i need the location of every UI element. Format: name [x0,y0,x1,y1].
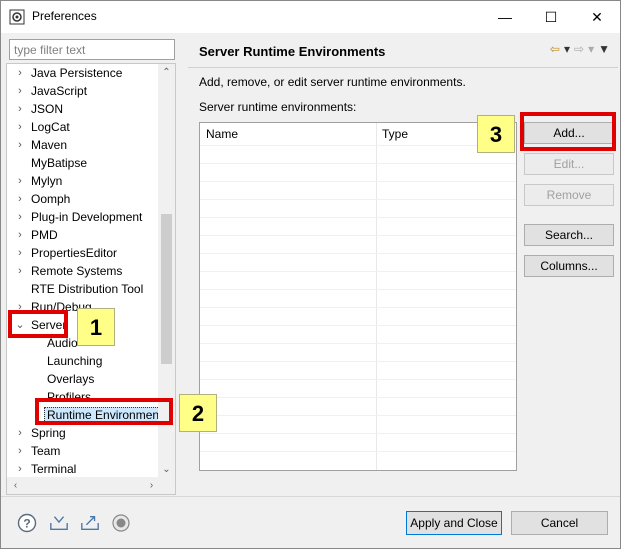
footer-separator [1,496,620,497]
highlight-add-button [520,112,616,151]
chevron-right-icon[interactable]: › [15,82,25,100]
row-line [200,415,516,416]
chevron-right-icon[interactable]: › [15,262,25,280]
chevron-right-icon[interactable]: › [15,136,25,154]
column-header-name[interactable]: Name [200,123,376,145]
columns-button[interactable]: Columns... [524,255,614,277]
row-line [200,217,516,218]
apply-and-close-button[interactable]: Apply and Close [406,511,502,535]
highlight-runtime-environments [35,398,173,425]
vertical-scroll-thumb[interactable] [161,214,172,364]
forward-dropdown-icon[interactable]: ▾ [588,42,594,56]
chevron-right-icon[interactable]: › [15,64,25,82]
row-line [200,253,516,254]
row-line [200,343,516,344]
chevron-right-icon[interactable]: › [15,442,25,460]
row-line [200,235,516,236]
row-line [200,163,516,164]
window-title: Preferences [32,9,97,23]
chevron-right-icon[interactable]: › [15,172,25,190]
left-pane: › Java Persistence › JavaScript › JSON ›… [6,37,176,495]
export-icon[interactable] [80,513,100,533]
help-icon[interactable]: ? [17,513,37,533]
chevron-right-icon[interactable]: › [15,424,25,442]
chevron-right-icon[interactable]: › [15,460,25,478]
row-line [200,289,516,290]
tree-horizontal-scrollbar[interactable]: ‹ › [7,477,175,494]
step-badge-3: 3 [477,115,515,153]
forward-arrow-icon[interactable]: ⇨ [574,42,584,56]
row-line [200,325,516,326]
row-line [200,271,516,272]
remove-button[interactable]: Remove [524,184,614,206]
back-arrow-icon[interactable]: ⇦ [550,42,560,56]
preferences-app-icon [9,9,25,25]
scroll-right-icon[interactable]: › [143,477,160,494]
preference-tree: › Java Persistence › JavaScript › JSON ›… [6,63,176,495]
chevron-right-icon[interactable]: › [15,226,25,244]
chevron-right-icon[interactable]: › [15,190,25,208]
tree-item-launching[interactable]: Launching [47,352,102,370]
row-line [200,145,516,146]
minimize-button[interactable]: — [482,1,528,33]
row-line [200,181,516,182]
column-divider [376,123,377,470]
list-label: Server runtime environments: [199,100,357,114]
tree-item-mybatipse[interactable]: MyBatipse [31,154,87,172]
row-line [200,379,516,380]
chevron-right-icon[interactable]: › [15,208,25,226]
row-line [200,361,516,362]
filter-input[interactable] [9,39,175,60]
edit-button[interactable]: Edit... [524,153,614,175]
scroll-down-icon[interactable]: ⌄ [158,461,175,478]
runtime-environments-table[interactable]: Name Type [199,122,517,471]
title-separator [188,67,618,68]
page-description: Add, remove, or edit server runtime envi… [199,75,466,89]
svg-text:?: ? [23,517,30,531]
step-badge-2: 2 [179,394,217,432]
import-icon[interactable] [49,513,69,533]
scroll-left-icon[interactable]: ‹ [7,477,24,494]
page-title: Server Runtime Environments [199,44,386,59]
cancel-button[interactable]: Cancel [511,511,608,535]
chevron-right-icon[interactable]: › [15,118,25,136]
title-bar: Preferences — ☐ ✕ [1,1,620,33]
search-button[interactable]: Search... [524,224,614,246]
row-line [200,433,516,434]
view-menu-icon[interactable]: ▼ [598,42,610,56]
page-navigation: ⇦ ▾ ⇨ ▾ ▼ [550,42,610,56]
record-icon[interactable] [111,513,131,533]
highlight-server [8,310,68,338]
chevron-right-icon[interactable]: › [15,100,25,118]
row-line [200,199,516,200]
maximize-button[interactable]: ☐ [528,1,574,33]
tree-item-rte-distribution-tool[interactable]: RTE Distribution Tool [31,280,143,298]
row-line [200,451,516,452]
scroll-up-icon[interactable]: ⌃ [158,64,175,81]
preferences-window: Preferences — ☐ ✕ › Java Persistence › J… [0,0,621,549]
row-line [200,397,516,398]
close-button[interactable]: ✕ [574,1,620,33]
chevron-right-icon[interactable]: › [15,244,25,262]
back-dropdown-icon[interactable]: ▾ [564,42,570,56]
step-badge-1: 1 [77,308,115,346]
row-line [200,307,516,308]
right-pane: Server Runtime Environments ⇦ ▾ ⇨ ▾ ▼ Ad… [188,37,618,495]
tree-item-overlays[interactable]: Overlays [47,370,94,388]
